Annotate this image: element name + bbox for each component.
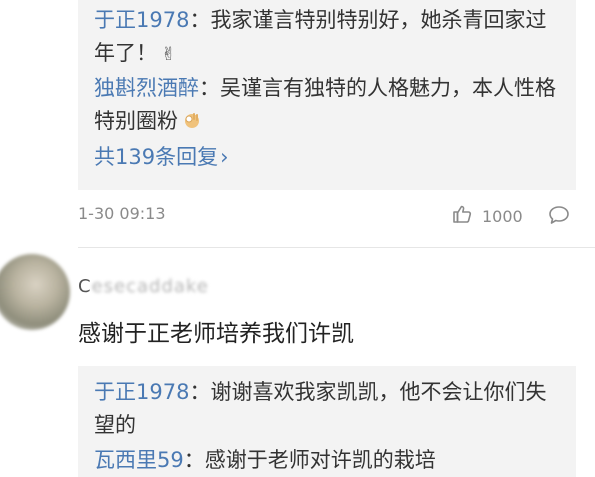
reply-username[interactable]: 瓦西里59 bbox=[94, 448, 184, 472]
reply-item: 于正1978：谢谢喜欢我家凯凯，他不会让你们失望的 bbox=[94, 376, 564, 442]
reply-box: 于正1978：谢谢喜欢我家凯凯，他不会让你们失望的 瓦西里59：感谢于老师对许凯… bbox=[78, 366, 576, 477]
reply-username[interactable]: 于正1978 bbox=[94, 380, 189, 404]
view-more-replies-link[interactable]: 共139条回复› bbox=[94, 141, 229, 174]
reply-colon: ： bbox=[189, 8, 211, 32]
reply-box: 于正1978：我家谨言特别特别好，她杀青回家过年了！ ✌ 独斟烈酒醉：吴谨言有独特… bbox=[78, 0, 576, 190]
ok-hand-icon bbox=[182, 107, 202, 140]
reply-item: 瓦西里59：感谢于老师对许凯的栽培 bbox=[94, 444, 564, 477]
like-button[interactable]: 1000 bbox=[452, 204, 523, 228]
comment-username[interactable]: Cesecaddake bbox=[78, 276, 209, 297]
comment-button[interactable] bbox=[548, 205, 570, 229]
victory-hand-icon: ✌ bbox=[161, 44, 177, 65]
username-blurred: esecaddake bbox=[91, 276, 209, 297]
comment-text: 感谢于正老师培养我们许凯 bbox=[78, 321, 354, 347]
avatar[interactable] bbox=[0, 254, 70, 330]
reply-item: 独斟烈酒醉：吴谨言有独特的人格魅力，本人性格特别圈粉 bbox=[94, 72, 564, 140]
view-more-label: 共139条回复 bbox=[94, 145, 219, 169]
reply-colon: ： bbox=[183, 448, 205, 472]
thumb-up-icon bbox=[452, 204, 472, 228]
reply-username[interactable]: 于正1978 bbox=[94, 8, 189, 32]
reply-username[interactable]: 独斟烈酒醉 bbox=[94, 76, 199, 100]
reply-colon: ： bbox=[189, 380, 211, 404]
chevron-right-icon: › bbox=[220, 145, 229, 169]
reply-text: 感谢于老师对许凯的栽培 bbox=[204, 448, 436, 472]
comment-icon bbox=[548, 206, 570, 229]
like-count: 1000 bbox=[482, 206, 523, 226]
comment-timestamp: 1-30 09:13 bbox=[78, 204, 166, 223]
reply-colon: ： bbox=[199, 76, 220, 100]
comment-divider bbox=[78, 247, 595, 248]
username-visible: C bbox=[78, 276, 92, 297]
reply-item: 于正1978：我家谨言特别特别好，她杀青回家过年了！ ✌ bbox=[94, 4, 564, 71]
